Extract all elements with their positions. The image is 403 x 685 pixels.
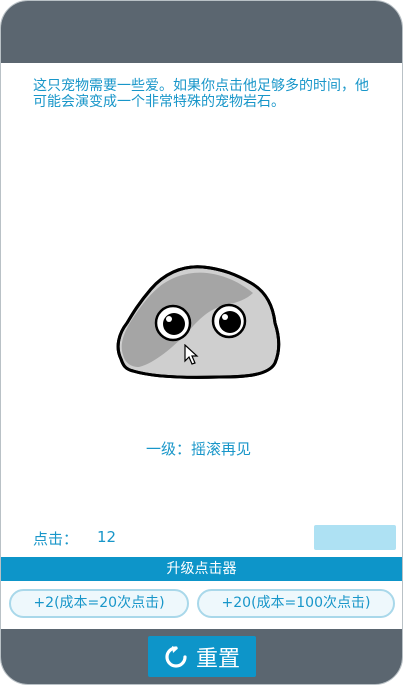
level-label: 一级：摇滚再见 xyxy=(145,440,251,458)
reset-button[interactable]: 重置 xyxy=(148,636,256,677)
top-bar xyxy=(1,1,402,63)
pet-description: 这只宠物需要一些爱。如果你点击他足够多的时间，他可能会演变成一个非常特殊的宠物岩… xyxy=(33,78,369,110)
app-frame: 这只宠物需要一些爱。如果你点击他足够多的时间，他可能会演变成一个非常特殊的宠物岩… xyxy=(0,0,403,685)
pet-rock[interactable] xyxy=(109,259,289,389)
clicks-count: 12 xyxy=(97,528,117,546)
upgrade-clicker-button[interactable]: 升级点击器 xyxy=(1,557,402,581)
buy-plus-2-button[interactable]: +2(成本=20次点击) xyxy=(9,589,189,618)
clicks-label: 点击： xyxy=(33,530,79,548)
mouse-cursor-icon xyxy=(184,344,199,365)
pet-rock-icon xyxy=(116,265,281,379)
buy-plus-20-button[interactable]: +20(成本=100次点击) xyxy=(197,589,395,618)
progress-bar xyxy=(314,525,396,550)
refresh-icon xyxy=(165,645,187,668)
reset-label: 重置 xyxy=(195,646,240,672)
